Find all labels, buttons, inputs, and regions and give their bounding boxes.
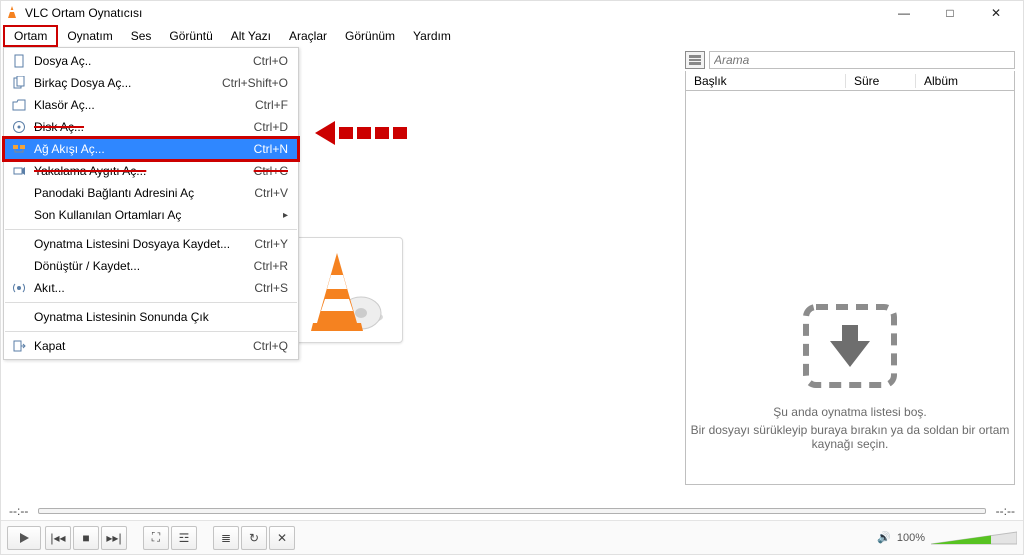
shuffle-button[interactable]: ✕ — [269, 526, 295, 550]
speaker-icon[interactable]: 🔊 — [877, 531, 891, 544]
menu-item[interactable]: Disk Aç...Ctrl+D — [4, 116, 298, 138]
menu-item[interactable]: Dosya Aç..Ctrl+O — [4, 50, 298, 72]
playlist-view-toggle[interactable] — [685, 51, 705, 69]
quit-icon — [8, 339, 30, 353]
menu-item[interactable]: Panodaki Bağlantı Adresini AçCtrl+V — [4, 182, 298, 204]
vlc-cone-icon — [301, 245, 391, 335]
menu-item-label: Birkaç Dosya Aç... — [30, 76, 222, 90]
menu-separator — [5, 331, 297, 332]
folder-icon — [8, 98, 30, 112]
menu-bar: Ortam Oynatım Ses Görüntü Alt Yazı Araçl… — [1, 25, 1023, 47]
menu-item[interactable]: Oynatma Listesini Dosyaya Kaydet...Ctrl+… — [4, 233, 298, 255]
window-minimize-button[interactable]: — — [881, 1, 927, 25]
menu-item-label: Akıt... — [30, 281, 254, 295]
playlist-empty-area[interactable]: Şu anda oynatma listesi boş. Bir dosyayı… — [685, 91, 1015, 485]
menu-item[interactable]: Birkaç Dosya Aç...Ctrl+Shift+O — [4, 72, 298, 94]
stop-button[interactable]: ■ — [73, 526, 99, 550]
ext-settings-button[interactable]: ☲ — [171, 526, 197, 550]
menu-separator — [5, 229, 297, 230]
menu-item-shortcut: Ctrl+R — [254, 259, 288, 273]
menu-item-shortcut: Ctrl+D — [254, 120, 288, 134]
menu-item-label: Son Kullanılan Ortamları Aç — [30, 208, 278, 222]
menu-gorunum[interactable]: Görünüm — [336, 25, 404, 47]
dropzone-icon — [800, 301, 900, 391]
menu-item-shortcut: Ctrl+S — [254, 281, 288, 295]
menu-item[interactable]: Ağ Akışı Aç...Ctrl+N — [4, 138, 298, 160]
media-dropdown-menu: Dosya Aç..Ctrl+OBirkaç Dosya Aç...Ctrl+S… — [3, 47, 299, 360]
disc-icon — [8, 120, 30, 134]
time-total: --:-- — [996, 504, 1015, 518]
menu-item-label: Kapat — [30, 339, 253, 353]
menu-item-label: Ağ Akışı Aç... — [30, 142, 254, 156]
menu-item-shortcut: Ctrl+Y — [254, 237, 288, 251]
time-elapsed: --:-- — [9, 504, 28, 518]
menu-item[interactable]: Oynatma Listesinin Sonunda Çık — [4, 306, 298, 328]
submenu-arrow-icon: ▸ — [278, 210, 288, 221]
menu-ses[interactable]: Ses — [122, 25, 161, 47]
column-duration[interactable]: Süre — [846, 74, 916, 88]
menu-item[interactable]: Son Kullanılan Ortamları Aç▸ — [4, 204, 298, 226]
menu-item-label: Dönüştür / Kaydet... — [30, 259, 254, 273]
menu-item[interactable]: KapatCtrl+Q — [4, 335, 298, 357]
menu-item-label: Oynatma Listesinin Sonunda Çık — [30, 310, 288, 324]
file-icon — [8, 54, 30, 68]
volume-slider[interactable] — [931, 531, 1017, 545]
menu-goruntu[interactable]: Görüntü — [160, 25, 221, 47]
menu-ortam[interactable]: Ortam — [3, 25, 58, 47]
seek-bar-row: --:-- --:-- — [1, 502, 1023, 520]
next-button[interactable]: ▸▸| — [101, 526, 127, 550]
menu-item-label: Oynatma Listesini Dosyaya Kaydet... — [30, 237, 254, 251]
menu-item-label: Disk Aç... — [30, 120, 254, 134]
menu-item-label: Yakalama Aygıtı Aç... — [30, 164, 254, 178]
title-bar: VLC Ortam Oynatıcısı — □ ✕ — [1, 1, 1023, 25]
menu-item[interactable]: Akıt...Ctrl+S — [4, 277, 298, 299]
menu-item-shortcut: Ctrl+V — [254, 186, 288, 200]
volume-percent: 100% — [897, 532, 925, 544]
menu-altyazi[interactable]: Alt Yazı — [222, 25, 280, 47]
vlc-cone-card — [289, 237, 403, 343]
menu-item-label: Klasör Aç... — [30, 98, 255, 112]
menu-item-shortcut: Ctrl+N — [254, 142, 288, 156]
vlc-logo-icon — [5, 6, 19, 20]
window-close-button[interactable]: ✕ — [973, 1, 1019, 25]
menu-item-shortcut: Ctrl+C — [254, 164, 288, 178]
menu-item-shortcut: Ctrl+Q — [253, 339, 288, 353]
menu-yardim[interactable]: Yardım — [404, 25, 460, 47]
menu-item-label: Panodaki Bağlantı Adresini Aç — [30, 186, 254, 200]
menu-item-shortcut: Ctrl+F — [255, 98, 288, 112]
callout-arrow-icon — [315, 121, 407, 145]
fullscreen-button[interactable]: ⛶ — [143, 526, 169, 550]
seek-slider[interactable] — [38, 508, 985, 514]
menu-item-shortcut: Ctrl+O — [253, 54, 288, 68]
menu-item[interactable]: Dönüştür / Kaydet...Ctrl+R — [4, 255, 298, 277]
loop-button[interactable]: ↻ — [241, 526, 267, 550]
playlist-pane: Başlık Süre Albüm Şu anda oynatma listes… — [685, 49, 1015, 492]
cap-icon — [8, 164, 30, 178]
playlist-empty-text: Şu anda oynatma listesi boş. Bir dosyayı… — [686, 405, 1014, 451]
menu-item-label: Dosya Aç.. — [30, 54, 253, 68]
play-button[interactable] — [7, 526, 41, 550]
playlist-toggle-button[interactable]: ≣ — [213, 526, 239, 550]
menu-item[interactable]: Klasör Aç...Ctrl+F — [4, 94, 298, 116]
window-maximize-button[interactable]: □ — [927, 1, 973, 25]
column-title[interactable]: Başlık — [686, 74, 846, 88]
menu-oynatim[interactable]: Oynatım — [58, 25, 121, 47]
playlist-search-input[interactable] — [709, 51, 1015, 69]
controls-toolbar: |◂◂ ■ ▸▸| ⛶ ☲ ≣ ↻ ✕ 🔊 100% — [1, 520, 1023, 554]
stream-icon — [8, 281, 30, 295]
menu-separator — [5, 302, 297, 303]
window-title: VLC Ortam Oynatıcısı — [25, 6, 881, 20]
playlist-columns: Başlık Süre Albüm — [685, 71, 1015, 91]
files-icon — [8, 76, 30, 90]
menu-araclar[interactable]: Araçlar — [280, 25, 336, 47]
prev-button[interactable]: |◂◂ — [45, 526, 71, 550]
column-album[interactable]: Albüm — [916, 74, 1014, 88]
menu-item-shortcut: Ctrl+Shift+O — [222, 76, 288, 90]
net-icon — [8, 142, 30, 156]
menu-item[interactable]: Yakalama Aygıtı Aç...Ctrl+C — [4, 160, 298, 182]
